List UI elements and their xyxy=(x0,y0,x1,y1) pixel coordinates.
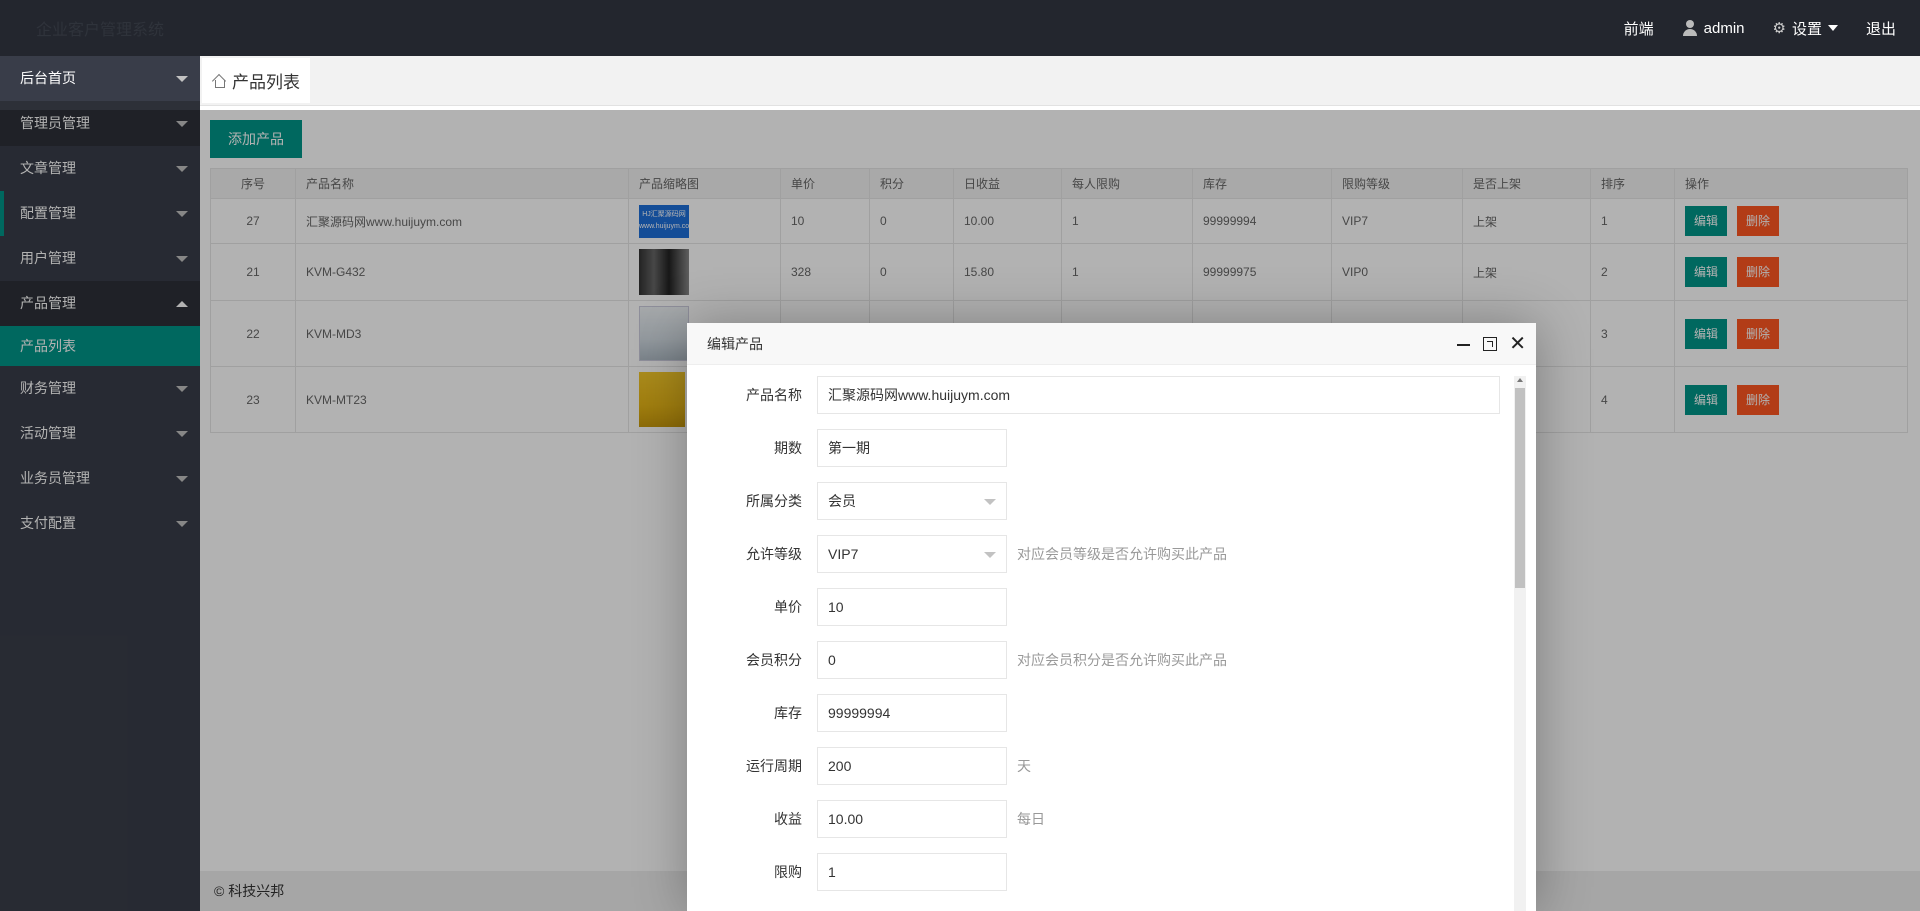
product-name-input[interactable]: 汇聚源码网www.huijuym.com xyxy=(817,376,1500,414)
form-row-name: 产品名称 汇聚源码网www.huijuym.com xyxy=(687,376,1500,414)
field-label: 单价 xyxy=(774,599,802,615)
chevron-down-icon xyxy=(984,552,996,558)
form-row-points: 会员积分 0 对应会员积分是否允许购买此产品 xyxy=(687,641,1487,679)
edit-product-modal: 编辑产品 ✕ 产品名称 汇聚源码网www.huijuym.com 期数 第一期 … xyxy=(687,323,1536,911)
top-header: 企业客户管理系统 前端 admin ⚙ 设置 退出 xyxy=(0,0,1920,56)
field-label: 会员积分 xyxy=(746,652,802,668)
modal-title: 编辑产品 xyxy=(707,336,763,352)
form-row-period: 期数 第一期 xyxy=(687,429,1487,467)
nav-logout-label: 退出 xyxy=(1865,20,1896,38)
gear-icon: ⚙ xyxy=(1772,20,1786,37)
income-input[interactable]: 10.00 xyxy=(817,800,1007,838)
tab-product-list[interactable]: 产品列表 xyxy=(202,58,310,103)
chevron-down-icon xyxy=(984,499,996,505)
modal-title-bar: 编辑产品 ✕ xyxy=(687,323,1536,365)
home-icon xyxy=(212,74,226,88)
scrollbar-thumb[interactable] xyxy=(1515,388,1525,588)
form-row-stock: 库存 99999994 xyxy=(687,694,1487,732)
level-select-value: VIP7 xyxy=(828,546,859,562)
modal-scrollbar[interactable] xyxy=(1514,376,1526,911)
sidebar-item-label: 后台首页 xyxy=(20,70,76,86)
points-input[interactable]: 0 xyxy=(817,641,1007,679)
form-row-limit: 限购 1 xyxy=(687,853,1487,891)
tab-label: 产品列表 xyxy=(232,73,300,92)
header-nav: 前端 admin ⚙ 设置 退出 xyxy=(1610,0,1920,56)
nav-logout-link[interactable]: 退出 xyxy=(1852,0,1920,56)
minimize-icon[interactable] xyxy=(1457,337,1471,351)
modal-controls: ✕ xyxy=(1457,323,1526,365)
form-row-category: 所属分类 会员 xyxy=(687,482,1487,520)
field-hint: 对应会员积分是否允许购买此产品 xyxy=(1017,652,1227,668)
cycle-input[interactable]: 200 xyxy=(817,747,1007,785)
close-icon[interactable]: ✕ xyxy=(1509,334,1526,354)
form-row-price: 单价 10 xyxy=(687,588,1487,626)
period-input[interactable]: 第一期 xyxy=(817,429,1007,467)
nav-user-label: admin xyxy=(1703,19,1745,37)
form-row-level: 允许等级 VIP7 对应会员等级是否允许购买此产品 xyxy=(687,535,1487,573)
price-input[interactable]: 10 xyxy=(817,588,1007,626)
category-select-value: 会员 xyxy=(828,493,856,509)
field-hint: 对应会员等级是否允许购买此产品 xyxy=(1017,546,1227,562)
chevron-down-icon xyxy=(176,76,188,82)
field-hint: 每日 xyxy=(1017,811,1045,827)
field-label: 所属分类 xyxy=(746,493,802,509)
field-label: 收益 xyxy=(774,811,802,827)
field-label: 允许等级 xyxy=(746,546,802,562)
field-label: 运行周期 xyxy=(746,758,802,774)
app-logo: 企业客户管理系统 xyxy=(36,22,165,39)
nav-frontend-link[interactable]: 前端 xyxy=(1610,0,1668,56)
sidebar-item-dashboard[interactable]: 后台首页 xyxy=(0,56,200,101)
field-label: 产品名称 xyxy=(746,387,802,403)
stock-input[interactable]: 99999994 xyxy=(817,694,1007,732)
field-label: 限购 xyxy=(774,864,802,880)
modal-body: 产品名称 汇聚源码网www.huijuym.com 期数 第一期 所属分类 会员… xyxy=(687,366,1536,911)
nav-settings-label: 设置 xyxy=(1791,20,1822,38)
form-row-cycle: 运行周期 200 天 xyxy=(687,747,1487,785)
scroll-up-arrow-icon[interactable] xyxy=(1517,378,1523,382)
maximize-icon[interactable] xyxy=(1483,337,1498,351)
field-hint: 天 xyxy=(1017,758,1031,774)
field-label: 期数 xyxy=(774,440,802,456)
field-label: 库存 xyxy=(774,705,802,721)
level-select[interactable]: VIP7 xyxy=(817,535,1007,573)
nav-user-menu[interactable]: admin xyxy=(1668,0,1759,56)
nav-settings-menu[interactable]: ⚙ 设置 xyxy=(1759,0,1852,56)
form-row-income: 收益 10.00 每日 xyxy=(687,800,1487,838)
limit-input[interactable]: 1 xyxy=(817,853,1007,891)
nav-frontend-label: 前端 xyxy=(1623,20,1654,38)
chevron-down-icon xyxy=(1827,25,1838,31)
category-select[interactable]: 会员 xyxy=(817,482,1007,520)
user-icon xyxy=(1682,20,1698,36)
tab-bar: 产品列表 xyxy=(200,56,1920,106)
